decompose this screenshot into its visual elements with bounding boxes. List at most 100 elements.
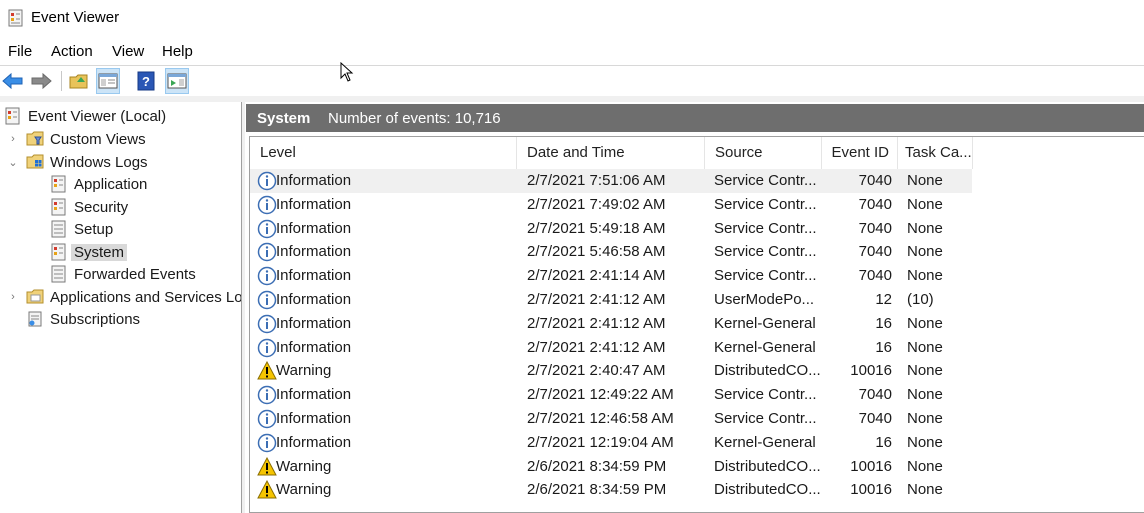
show-hide-console-tree-button[interactable] — [96, 68, 120, 94]
column-header-source[interactable]: Source — [705, 137, 822, 169]
tree-label: Forwarded Events — [74, 265, 196, 283]
warning-icon — [257, 456, 277, 476]
show-hide-action-pane-button[interactable] — [165, 68, 189, 94]
information-icon — [257, 314, 277, 334]
back-button[interactable] — [1, 68, 25, 94]
information-icon — [257, 385, 277, 405]
tree-label: Custom Views — [50, 130, 146, 148]
tree-item-security[interactable]: Security — [50, 196, 128, 218]
cell-date-time: 2/7/2021 2:41:12 AM — [527, 338, 666, 356]
pane-splitter[interactable] — [241, 102, 245, 513]
cell-date-time: 2/6/2021 8:34:59 PM — [527, 481, 667, 499]
subscriptions-icon — [28, 311, 42, 327]
chevron-right-icon[interactable]: › — [6, 133, 20, 145]
table-row[interactable]: Information 2/7/2021 5:49:18 AM Service Co… — [250, 217, 972, 241]
cell-source: Service Contr... — [714, 410, 817, 427]
cell-task-category: None — [907, 314, 943, 332]
cell-event-id: 10016 — [850, 362, 892, 380]
tree-item-windows-logs[interactable]: ⌄ Windows Logs — [6, 151, 147, 173]
menu-view[interactable]: View — [112, 43, 144, 60]
information-icon — [257, 243, 277, 262]
show-hide-action-pane-icon — [167, 73, 187, 89]
table-row[interactable]: Warning 2/6/2021 8:34:59 PM DistributedCO.… — [250, 478, 972, 502]
tree-item-event-viewer-local[interactable]: Event Viewer (Local) — [4, 105, 166, 127]
cell-event-id: 12 — [875, 291, 892, 308]
tree-item-setup[interactable]: Setup — [50, 218, 113, 240]
mouse-cursor-icon — [340, 62, 354, 82]
warning-icon — [257, 361, 277, 380]
cell-source: DistributedCO... — [714, 457, 821, 475]
tree-label: Applications and Services Logs — [50, 288, 241, 306]
cell-source: Kernel-General — [714, 314, 816, 332]
folder-icon — [26, 289, 44, 304]
information-icon — [257, 219, 277, 238]
tree-item-forwarded-events[interactable]: Forwarded Events — [50, 263, 196, 285]
event-viewer-app-icon — [8, 9, 23, 27]
column-header-date-time[interactable]: Date and Time — [517, 137, 705, 169]
table-row[interactable]: Information 2/7/2021 5:46:58 AM Service Co… — [250, 240, 972, 264]
chevron-right-icon[interactable]: › — [6, 291, 20, 303]
cell-task-category: None — [907, 267, 943, 285]
cell-level: Information — [276, 219, 352, 237]
cell-task-category: None — [907, 172, 943, 189]
cell-source: UserModePo... — [714, 291, 815, 308]
menu-help[interactable]: Help — [162, 43, 193, 60]
table-row[interactable]: Information 2/7/2021 2:41:12 AM Kernel-Gen… — [250, 312, 972, 336]
menu-bar: File Action View Help — [0, 41, 1144, 63]
open-folder-icon — [69, 74, 88, 89]
help-icon: ? — [137, 71, 155, 91]
console-tree: Event Viewer (Local) › Custom Views ⌄ Wi… — [0, 102, 241, 513]
cell-event-id: 7040 — [858, 267, 892, 285]
cell-source: Service Contr... — [714, 219, 817, 237]
tree-item-system[interactable]: System — [50, 241, 128, 263]
table-row[interactable]: Information 2/7/2021 2:41:14 AM Service Co… — [250, 264, 972, 288]
tree-label: Application — [74, 175, 148, 193]
cell-source: Service Contr... — [714, 243, 817, 261]
column-header-event-id[interactable]: Event ID — [822, 137, 898, 169]
cell-event-id: 7040 — [858, 219, 892, 237]
toolbar-divider — [61, 71, 62, 91]
table-row[interactable]: Information 2/7/2021 7:51:06 AM Service Co… — [250, 169, 972, 193]
cell-task-category: None — [907, 362, 943, 380]
cell-level: Information — [276, 314, 352, 332]
cell-source: Service Contr... — [714, 267, 817, 285]
tree-label: Security — [74, 198, 129, 216]
cell-event-id: 7040 — [858, 243, 892, 261]
cell-date-time: 2/7/2021 5:46:58 AM — [527, 243, 666, 261]
window-title: Event Viewer — [31, 9, 120, 26]
table-row[interactable]: Information 2/7/2021 12:46:58 AM Service C… — [250, 407, 972, 431]
table-row[interactable]: Information 2/7/2021 12:19:04 AM Kernel-Ge… — [250, 431, 972, 455]
menu-file[interactable]: File — [8, 43, 32, 60]
open-saved-log-button[interactable] — [67, 68, 91, 94]
information-icon — [257, 433, 277, 453]
cell-level: Information — [276, 243, 352, 261]
chevron-down-icon[interactable]: ⌄ — [6, 156, 20, 169]
cell-level: Information — [276, 386, 352, 404]
cell-date-time: 2/7/2021 12:46:58 AM — [527, 410, 674, 427]
table-row[interactable]: Warning 2/7/2021 2:40:47 AM DistributedCO.… — [250, 359, 972, 383]
column-header-level[interactable]: Level — [250, 137, 517, 169]
column-header-task-category[interactable]: Task Ca... — [898, 137, 973, 169]
tree-label: Setup — [74, 220, 114, 238]
cell-level: Information — [276, 195, 352, 213]
tree-label: Event Viewer (Local) — [28, 107, 167, 125]
table-row[interactable]: Information 2/7/2021 2:41:12 AM UserModePo… — [250, 288, 972, 312]
tree-item-application[interactable]: Application — [50, 173, 147, 195]
tree-item-subscriptions[interactable]: Subscriptions — [26, 308, 140, 330]
cell-level: Information — [276, 410, 352, 427]
help-button[interactable]: ? — [134, 68, 158, 94]
tree-item-applications-and-services-logs[interactable]: › Applications and Services Logs — [6, 286, 241, 308]
table-row[interactable]: Information 2/7/2021 7:49:02 AM Service Co… — [250, 193, 972, 217]
tree-item-custom-views[interactable]: › Custom Views — [6, 128, 146, 150]
table-row[interactable]: Warning 2/6/2021 8:34:59 PM DistributedCO.… — [250, 455, 972, 479]
table-row[interactable]: Information 2/7/2021 2:41:12 AM Kernel-Gen… — [250, 336, 972, 360]
toolbar: ? — [0, 66, 1144, 96]
menu-action[interactable]: Action — [51, 43, 93, 60]
forward-button[interactable] — [29, 68, 53, 94]
table-row[interactable]: Information 2/7/2021 12:49:22 AM Service C… — [250, 383, 972, 407]
log-icon — [51, 243, 66, 261]
title-bar: Event Viewer — [0, 0, 1144, 36]
svg-text:?: ? — [142, 74, 150, 89]
cell-source: Kernel-General — [714, 338, 816, 356]
folder-windows-icon — [26, 154, 44, 169]
